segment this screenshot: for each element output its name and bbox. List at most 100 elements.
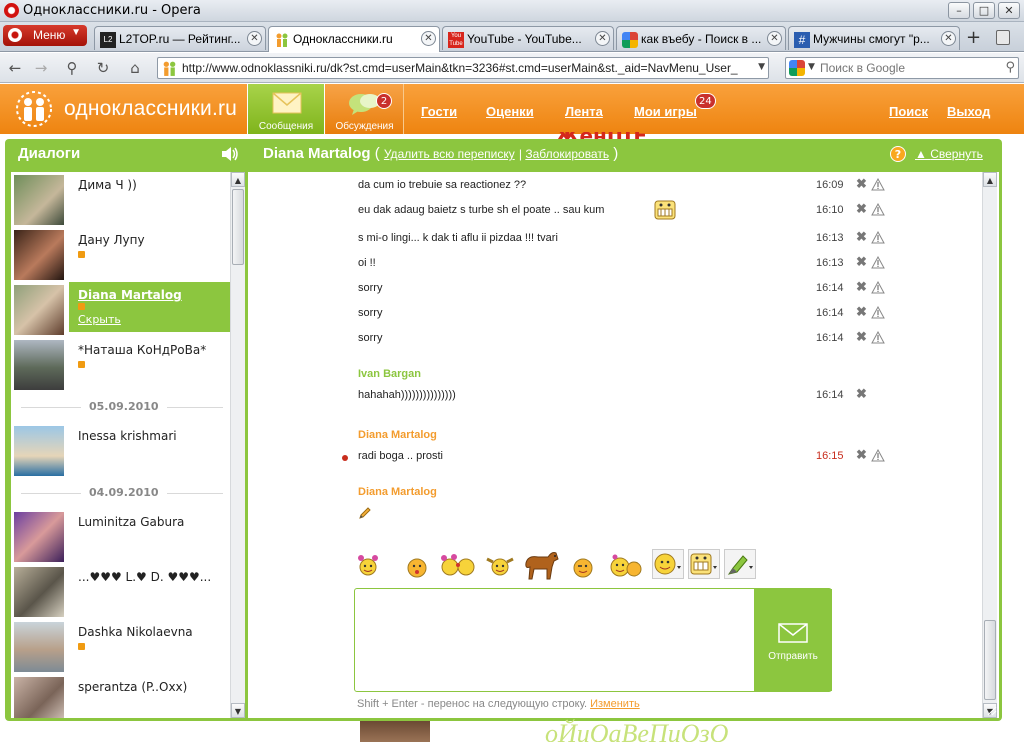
contact-list-scrollbar[interactable]: ▲ ▼ [230, 172, 245, 718]
smiley-kiss-couple-icon[interactable] [440, 553, 476, 576]
report-spam-icon[interactable] [871, 448, 885, 462]
trash-icon[interactable] [996, 30, 1010, 45]
report-spam-icon[interactable] [871, 305, 885, 319]
contact-name[interactable]: ...♥♥♥ L.♥ D. ♥♥♥... [78, 570, 211, 584]
close-tab-icon[interactable]: ✕ [247, 31, 262, 46]
avatar[interactable] [14, 285, 64, 335]
delete-message-icon[interactable]: ✖ [856, 202, 868, 215]
site-logo[interactable]: одноклассники.ru [14, 89, 244, 129]
chat-scrollbar[interactable]: ▲ ▼ [982, 172, 997, 718]
tab-article[interactable]: # Мужчины смогут "р... ✕ [788, 26, 960, 50]
report-spam-icon[interactable] [871, 280, 885, 294]
contact-item[interactable]: Дану Лупу [11, 227, 229, 282]
scroll-down-arrow[interactable]: ▼ [231, 703, 245, 718]
minimize-button[interactable]: – [948, 2, 970, 19]
contact-item[interactable]: Дима Ч )) [11, 172, 229, 227]
url-field[interactable]: http://www.odnoklassniki.ru/dk?st.cmd=us… [157, 57, 769, 79]
avatar[interactable] [14, 426, 64, 476]
avatar[interactable] [14, 175, 64, 225]
contact-name[interactable]: Дима Ч )) [78, 178, 137, 192]
smiley-kiss-icon[interactable] [406, 557, 428, 579]
nav-guests[interactable]: Гости [421, 104, 457, 119]
close-tab-icon[interactable]: ✕ [595, 31, 610, 46]
chevron-down-icon[interactable]: ▼ [808, 62, 815, 72]
contact-name[interactable]: Diana Martalog [78, 288, 182, 302]
chevron-down-icon[interactable]: ▼ [758, 62, 765, 72]
report-spam-icon[interactable] [871, 177, 885, 191]
change-hotkey-link[interactable]: Изменить [590, 698, 640, 710]
search-field[interactable]: ▼ ⚲ [785, 57, 1019, 79]
scroll-up-arrow[interactable]: ▲ [983, 172, 997, 187]
collapse-link[interactable]: ▲ Свернуть [915, 147, 983, 161]
new-tab-button[interactable]: + [966, 29, 981, 47]
scroll-thumb[interactable] [984, 620, 996, 700]
reload-button[interactable]: ↻ [94, 59, 112, 77]
report-spam-icon[interactable] [871, 330, 885, 344]
sender-name[interactable]: Diana Martalog [358, 486, 437, 498]
contact-name[interactable]: Dashka Nikolaevna [78, 625, 193, 639]
scroll-thumb[interactable] [232, 189, 244, 265]
nav-feed[interactable]: Лента [565, 104, 603, 119]
close-tab-icon[interactable]: ✕ [941, 31, 956, 46]
contact-name[interactable]: *Наташа КоНдРоВа* [78, 343, 206, 357]
avatar[interactable] [14, 512, 64, 562]
home-button[interactable]: ⌂ [126, 59, 144, 77]
close-window-button[interactable]: ✕ [998, 2, 1020, 19]
discussions-tile[interactable]: 2 Обсуждения [326, 84, 404, 134]
close-tab-icon[interactable]: ✕ [767, 31, 782, 46]
report-spam-icon[interactable] [871, 230, 885, 244]
help-icon[interactable]: ? [890, 146, 906, 162]
speaker-icon[interactable] [220, 146, 240, 162]
scroll-up-arrow[interactable]: ▲ [231, 172, 245, 187]
back-button[interactable]: ← [6, 59, 24, 77]
tab-google-search[interactable]: как въебу - Поиск в ... ✕ [616, 26, 786, 50]
opera-menu-button[interactable]: Меню ▼ [3, 25, 87, 46]
nav-ratings[interactable]: Оценки [486, 104, 534, 119]
forward-button[interactable]: → [32, 59, 50, 77]
delete-conversation-link[interactable]: Удалить всю переписку [384, 147, 515, 161]
delete-message-icon[interactable]: ✖ [856, 280, 868, 293]
smiley-group-icon[interactable] [608, 551, 644, 579]
block-user-link[interactable]: Заблокировать [525, 147, 609, 161]
report-spam-icon[interactable] [871, 202, 885, 216]
contact-item[interactable]: ...♥♥♥ L.♥ D. ♥♥♥... [11, 564, 229, 619]
smiley-pigtails-icon[interactable] [484, 553, 516, 576]
avatar[interactable] [14, 567, 64, 617]
google-icon[interactable] [789, 60, 805, 76]
avatar[interactable] [14, 677, 64, 718]
avatar[interactable] [14, 622, 64, 672]
delete-message-icon[interactable]: ✖ [856, 255, 868, 268]
nav-search[interactable]: Поиск [889, 104, 928, 119]
contact-item-selected[interactable]: Diana Martalog Скрыть [11, 282, 241, 337]
search-input[interactable] [820, 60, 998, 76]
tab-odnoklassniki[interactable]: Одноклассники.ru ✕ [268, 26, 440, 52]
contact-item[interactable]: Dashka Nikolaevna [11, 619, 229, 674]
contact-item[interactable]: sperantza (P..Oxx) [11, 674, 229, 718]
tab-youtube[interactable]: You Tube YouTube - YouTube... ✕ [442, 26, 614, 50]
delete-message-icon[interactable]: ✖ [856, 305, 868, 318]
avatar[interactable] [14, 340, 64, 390]
contact-name[interactable]: Luminitza Gabura [78, 515, 184, 529]
delete-message-icon[interactable]: ✖ [856, 177, 868, 190]
smiley-picker-dropdown[interactable] [652, 549, 684, 579]
contact-item[interactable]: Inessa krishmari [11, 423, 229, 478]
sender-name[interactable]: Ivan Bargan [358, 368, 421, 380]
nav-my-games[interactable]: Мои игры [634, 104, 697, 119]
delete-message-icon[interactable]: ✖ [856, 330, 868, 343]
contact-item[interactable]: Luminitza Gabura [11, 509, 229, 564]
smiley-wink-icon[interactable] [572, 557, 594, 579]
sender-name[interactable]: Diana Martalog [358, 429, 437, 441]
grin-smiley-dropdown[interactable] [688, 549, 720, 579]
contact-item[interactable]: *Наташа КоНдРоВа* [11, 337, 229, 392]
resize-grip-icon[interactable] [985, 704, 997, 716]
search-icon[interactable]: ⚲ [1005, 60, 1015, 75]
delete-message-icon[interactable]: ✖ [856, 387, 868, 400]
contact-name[interactable]: sperantza (P..Oxx) [78, 680, 187, 694]
delete-message-icon[interactable]: ✖ [856, 230, 868, 243]
contact-name[interactable]: Дану Лупу [78, 233, 145, 247]
delete-message-icon[interactable]: ✖ [856, 448, 868, 461]
close-tab-icon[interactable]: ✕ [421, 31, 436, 46]
horse-icon[interactable] [520, 547, 562, 581]
maximize-button[interactable]: □ [973, 2, 995, 19]
smiley-girl-icon[interactable] [356, 553, 378, 576]
